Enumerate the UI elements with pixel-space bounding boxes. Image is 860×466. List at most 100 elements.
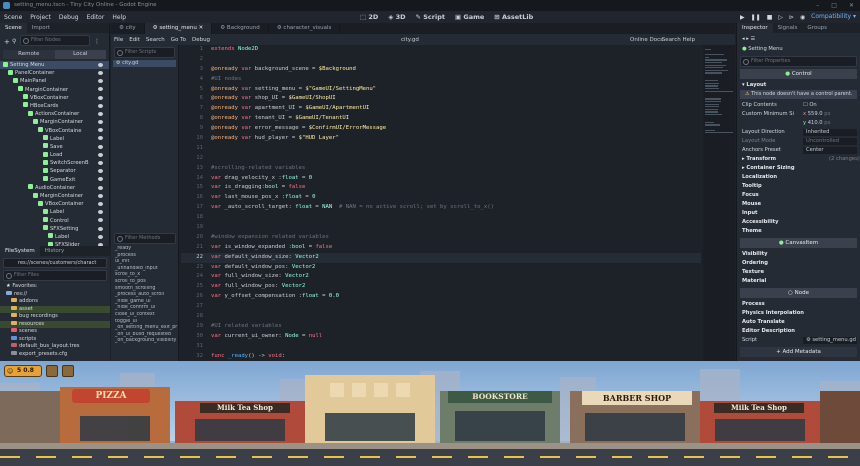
menu-scene[interactable]: Scene	[0, 14, 26, 21]
inspector-section[interactable]: Focus	[737, 191, 860, 200]
filesystem-path[interactable]: res://scenes/customers/charact	[3, 258, 107, 268]
scene-tree-node[interactable]: SFXSetting	[0, 225, 109, 233]
filter-files-input[interactable]: Filter Files	[3, 270, 107, 281]
visibility-eye-icon[interactable]	[98, 193, 103, 198]
file-item[interactable]: scenes	[0, 328, 110, 336]
method-item[interactable]: scroll_to_pos	[111, 279, 179, 286]
menu-help[interactable]: Help	[108, 14, 130, 21]
code-line[interactable]: 13 #scrolling-related variables	[181, 164, 701, 174]
inspector-section[interactable]: Mouse	[737, 200, 860, 209]
filter-nodes-input[interactable]: Filter Nodes	[20, 35, 90, 46]
min-size-y-field[interactable]: y 410.0 px	[803, 119, 831, 128]
visibility-eye-icon[interactable]	[98, 103, 103, 108]
workspace-game[interactable]: ▣ Game	[455, 13, 484, 21]
code-line[interactable]: 6 @onready var shop_UI = $GameUI/ShopUI	[181, 94, 701, 104]
scene-tree-node[interactable]: Separator	[0, 167, 109, 175]
method-item[interactable]: ui_init	[111, 259, 179, 266]
movie-icon[interactable]: ◉	[800, 14, 805, 21]
visibility-eye-icon[interactable]	[98, 169, 103, 174]
maximize-button[interactable]: □	[831, 0, 837, 11]
code-line[interactable]: 11	[181, 144, 701, 154]
tab-background[interactable]: ⚙ Background	[212, 23, 269, 34]
tab-signals[interactable]: Signals	[773, 23, 803, 33]
scene-tree-node[interactable]: MainPanel	[0, 77, 109, 85]
menu-editor[interactable]: Editor	[83, 14, 109, 21]
script-menu-edit[interactable]: Edit	[126, 37, 143, 43]
inspector-section[interactable]: Theme	[737, 227, 860, 236]
method-item[interactable]: toggle_ui	[111, 319, 179, 326]
tab-inspector[interactable]: Inspector	[737, 23, 773, 33]
code-line[interactable]: 1 extends Node2D	[181, 45, 701, 55]
code-line[interactable]: 2	[181, 55, 701, 65]
inspector-section[interactable]: Process	[737, 300, 860, 309]
method-item[interactable]: _process_auto_scroll	[111, 292, 179, 299]
code-line[interactable]: 28	[181, 312, 701, 322]
script-menu-debug[interactable]: Debug	[189, 37, 213, 43]
add-node-icon[interactable]: +	[4, 38, 10, 46]
visibility-eye-icon[interactable]	[98, 152, 103, 157]
workspace-assetlib[interactable]: ⊞ AssetLib	[494, 13, 533, 21]
scene-tree-node[interactable]: VBoxContaine	[0, 127, 109, 135]
file-item[interactable]: scripts	[0, 335, 110, 344]
close-window-button[interactable]: ✕	[849, 0, 854, 11]
inspector-section[interactable]: Material	[737, 277, 860, 286]
visibility-eye-icon[interactable]	[98, 120, 103, 125]
stop-icon[interactable]: ■	[767, 14, 773, 21]
method-item[interactable]: _ready	[111, 246, 179, 253]
code-line[interactable]: 24 var full_window_size: Vector2	[181, 272, 701, 282]
code-line[interactable]: 30 var current_ui_owner: Node = null	[181, 332, 701, 342]
code-line[interactable]: 22 var default_window_size: Vector2	[181, 252, 701, 263]
inspected-node[interactable]: ● Setting Menu	[737, 45, 860, 54]
inspector-section[interactable]: Accessibility	[737, 218, 860, 227]
tab-groups[interactable]: Groups	[802, 23, 832, 33]
scene-tree-node[interactable]: Control	[0, 217, 109, 225]
anchors-preset-select[interactable]: Center	[803, 147, 857, 154]
section-layout[interactable]: ▾ Layout	[737, 81, 860, 90]
scene-tree-node[interactable]: PanelContainer	[0, 69, 109, 77]
inspector-section[interactable]: Visibility	[737, 250, 860, 259]
inspector-section[interactable]: Editor Description	[737, 327, 860, 336]
scene-tree-node[interactable]: Load	[0, 151, 109, 159]
scene-tree-node[interactable]: AudioContainer	[0, 184, 109, 192]
hud-menu-button[interactable]	[46, 365, 58, 377]
file-item[interactable]: bug recordings	[0, 313, 110, 321]
tab-setting-menu[interactable]: ⚙ setting_menu ✕	[144, 23, 213, 34]
add-metadata-button[interactable]: + Add Metadata	[740, 347, 857, 357]
code-line[interactable]: 19	[181, 223, 701, 233]
code-line[interactable]: 29 #UI related variables	[181, 322, 701, 332]
visibility-eye-icon[interactable]	[98, 111, 103, 116]
local-button[interactable]: Local	[54, 50, 106, 59]
code-line[interactable]: 18	[181, 213, 701, 223]
code-line[interactable]: 16 var last_mouse_pos_x :float = 0	[181, 193, 701, 203]
filter-scripts-input[interactable]: Filter Scripts	[114, 47, 175, 58]
tab-character-visuals[interactable]: ⚙ character_visuals	[269, 23, 341, 34]
code-line[interactable]: 27	[181, 302, 701, 312]
scene-tree-node[interactable]: HBoxCards	[0, 102, 109, 110]
method-item[interactable]: scroll_to_x	[111, 272, 179, 279]
script-list-item[interactable]: ⚙ city.gd	[113, 60, 176, 67]
code-minimap[interactable]	[703, 45, 735, 361]
visibility-eye-icon[interactable]	[98, 144, 103, 149]
tab-filesystem[interactable]: FileSystem	[0, 246, 40, 256]
filter-options-icon[interactable]: ⋮	[94, 38, 100, 45]
method-item[interactable]: _hide_game_ui	[111, 299, 179, 306]
clip-contents-checkbox[interactable]: ☐ On	[803, 101, 817, 110]
inspector-section[interactable]: Texture	[737, 268, 860, 277]
pause-icon[interactable]: ❚❚	[751, 14, 761, 21]
history-back-icon[interactable]: ◂ ▸	[742, 36, 749, 42]
remote-button[interactable]: Remote	[3, 50, 55, 59]
visibility-eye-icon[interactable]	[98, 218, 103, 223]
method-item[interactable]: _unhandled_input	[111, 266, 179, 273]
visibility-eye-icon[interactable]	[98, 185, 103, 190]
workspace-3d[interactable]: ◈ 3D	[388, 13, 405, 21]
visibility-eye-icon[interactable]	[98, 79, 103, 84]
min-size-x-field[interactable]: x 559.0 px	[803, 110, 831, 119]
scene-tree-node[interactable]: ActionsContainer	[0, 110, 109, 118]
method-item[interactable]: _on_background_visibility	[111, 338, 179, 345]
script-menu-file[interactable]: File	[111, 37, 126, 43]
file-item[interactable]: default_bus_layout.tres	[0, 343, 110, 351]
inspector-section[interactable]: Tooltip	[737, 182, 860, 191]
code-line[interactable]: 32 func _ready() -> void:	[181, 352, 701, 361]
tab-history[interactable]: History	[40, 246, 70, 256]
code-line[interactable]: 17 var _auto_scroll_target: float = NAN #…	[181, 203, 701, 213]
